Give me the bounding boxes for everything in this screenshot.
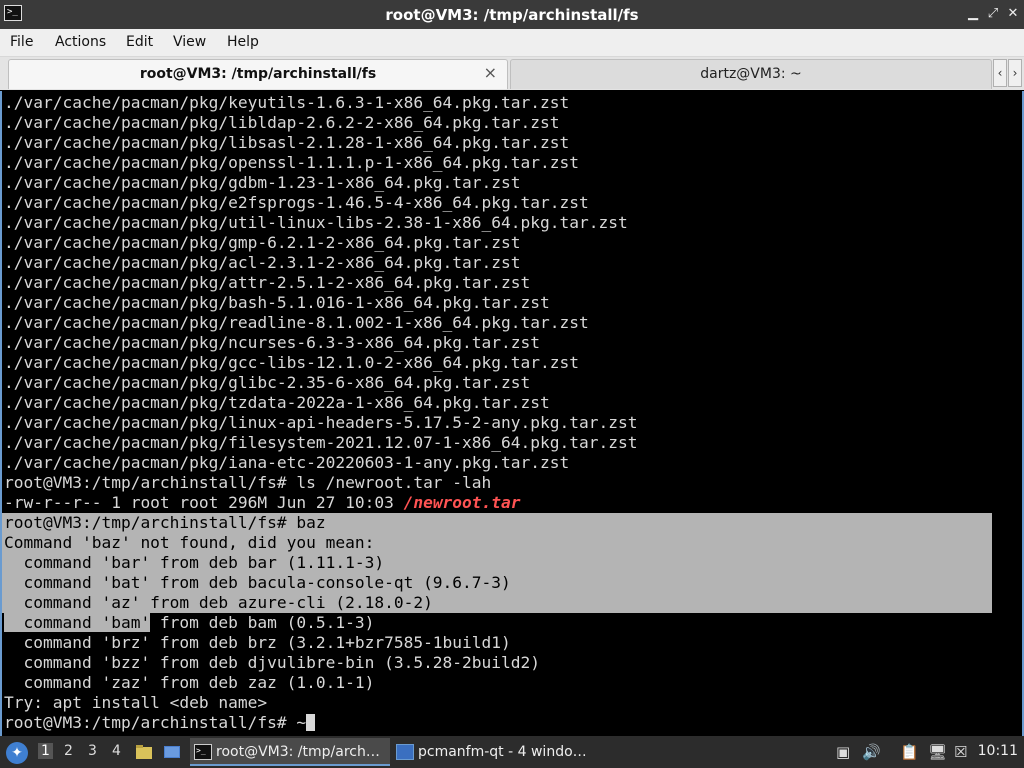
task-file-manager[interactable]: pcmanfm-qt - 4 windo…	[392, 738, 592, 766]
terminal-line: command 'bam' from deb bam (0.5.1-3)	[4, 613, 374, 633]
tab-bar: root@VM3: /tmp/archinstall/fs × dartz@VM…	[0, 57, 1024, 90]
terminal-line: ./var/cache/pacman/pkg/tzdata-2022a-1-x8…	[4, 393, 550, 412]
tab-close-icon[interactable]: ×	[484, 63, 497, 82]
task-label: root@VM3: /tmp/arch…	[216, 744, 380, 760]
terminal-line: ./var/cache/pacman/pkg/iana-etc-20220603…	[4, 453, 570, 472]
window-titlebar: >_ root@VM3: /tmp/archinstall/fs ▁ ⤢ ✕	[0, 0, 1024, 29]
terminal-line: ./var/cache/pacman/pkg/util-linux-libs-2…	[4, 213, 628, 232]
menu-bar: File Actions Edit View Help	[0, 29, 1024, 57]
terminal-line: ./var/cache/pacman/pkg/libldap-2.6.2-2-x…	[4, 113, 560, 132]
terminal-line: command 'zaz' from deb zaz (1.0.1-1)	[4, 673, 375, 692]
terminal-line: ./var/cache/pacman/pkg/gdbm-1.23-1-x86_6…	[4, 173, 521, 192]
close-icon[interactable]: ✕	[1006, 7, 1020, 21]
terminal-line: root@VM3:/tmp/archinstall/fs# ls /newroo…	[4, 473, 492, 492]
menu-actions[interactable]: Actions	[55, 34, 106, 50]
desktop-switcher-icon[interactable]: ▣	[836, 743, 850, 761]
terminal-icon: >_	[194, 744, 212, 760]
tab-dartz-terminal[interactable]: dartz@VM3: ~	[510, 59, 992, 89]
terminal-line: ./var/cache/pacman/pkg/gmp-6.2.1-2-x86_6…	[4, 233, 521, 252]
terminal-prompt[interactable]: root@VM3:/tmp/archinstall/fs# ~	[4, 713, 316, 733]
menu-view[interactable]: View	[173, 34, 206, 50]
terminal-line: ./var/cache/pacman/pkg/filesystem-2021.1…	[4, 433, 638, 452]
tab-scroll-left-icon[interactable]: ‹	[993, 59, 1007, 87]
terminal-line: Try: apt install <deb name>	[4, 693, 268, 712]
clock: 10:11	[977, 743, 1018, 759]
taskbar: ✦ 1 2 3 4 >_ root@VM3: /tmp/arch… pcmanf…	[0, 736, 1024, 768]
task-label: pcmanfm-qt - 4 windo…	[418, 744, 587, 760]
lxqt-start-icon[interactable]: ✦	[6, 742, 28, 764]
terminal-line: ./var/cache/pacman/pkg/linux-api-headers…	[4, 413, 638, 432]
ls-output-prefix: -rw-r--r-- 1 root root 296M Jun 27 10:03	[4, 493, 404, 512]
text-cursor	[306, 714, 316, 731]
file-manager-launcher-icon[interactable]	[135, 744, 153, 760]
terminal-line: ./var/cache/pacman/pkg/keyutils-1.6.3-1-…	[4, 93, 570, 112]
tab-label: dartz@VM3: ~	[700, 66, 802, 82]
prompt-text: root@VM3:/tmp/archinstall/fs# ~	[4, 713, 307, 732]
terminal-line: ./var/cache/pacman/pkg/acl-2.3.1-2-x86_6…	[4, 253, 521, 272]
terminal-view[interactable]: ./var/cache/pacman/pkg/keyutils-1.6.3-1-…	[0, 91, 1024, 736]
selected-terminal-line: command 'az' from deb azure-cli (2.18.0-…	[4, 593, 433, 612]
terminal-line: ./var/cache/pacman/pkg/gcc-libs-12.1.0-2…	[4, 353, 579, 372]
terminal-line: ./var/cache/pacman/pkg/openssl-1.1.1.p-1…	[4, 153, 579, 172]
menu-file[interactable]: File	[10, 34, 33, 50]
selected-terminal-line: root@VM3:/tmp/archinstall/fs# baz	[4, 513, 326, 532]
notification-icon[interactable]: ☒	[954, 743, 967, 761]
highlighted-filename: /newroot.tar	[403, 493, 521, 512]
network-icon[interactable]: 🖥	[928, 743, 947, 761]
terminal-line: ./var/cache/pacman/pkg/bash-5.1.016-1-x8…	[4, 293, 550, 312]
terminal-line: ./var/cache/pacman/pkg/glibc-2.35-6-x86_…	[4, 373, 531, 392]
line-rest: from deb bam (0.5.1-3)	[150, 613, 375, 632]
window-title: root@VM3: /tmp/archinstall/fs	[385, 6, 639, 24]
menu-help[interactable]: Help	[227, 34, 259, 50]
selected-terminal-line: Command 'baz' not found, did you mean:	[4, 533, 375, 552]
tab-label: root@VM3: /tmp/archinstall/fs	[139, 66, 377, 82]
folder-icon	[396, 744, 414, 760]
terminal-line: command 'bzz' from deb djvulibre-bin (3.…	[4, 653, 541, 672]
selected-terminal-line: command 'bar' from deb bar (1.11.1-3)	[4, 553, 385, 572]
selected-terminal-line: command 'bat' from deb bacula-console-qt…	[4, 573, 511, 592]
menu-edit[interactable]: Edit	[126, 34, 153, 50]
workspace-1[interactable]: 1	[38, 743, 53, 759]
minimize-icon[interactable]: ▁	[966, 7, 980, 21]
tab-scroll-right-icon[interactable]: ›	[1008, 59, 1022, 87]
terminal-line: -rw-r--r-- 1 root root 296M Jun 27 10:03…	[4, 493, 521, 513]
terminal-line: ./var/cache/pacman/pkg/e2fsprogs-1.46.5-…	[4, 193, 589, 212]
workspace-2[interactable]: 2	[64, 743, 73, 759]
show-desktop-icon[interactable]	[163, 744, 181, 760]
clipboard-icon[interactable]: 📋	[900, 743, 919, 761]
maximize-icon[interactable]: ⤢	[986, 7, 1000, 21]
terminal-line: command 'brz' from deb brz (3.2.1+bzr758…	[4, 633, 511, 652]
terminal-line: ./var/cache/pacman/pkg/attr-2.5.1-2-x86_…	[4, 273, 531, 292]
terminal-line: ./var/cache/pacman/pkg/libsasl-2.1.28-1-…	[4, 133, 570, 152]
terminal-line: ./var/cache/pacman/pkg/readline-8.1.002-…	[4, 313, 589, 332]
terminal-line: ./var/cache/pacman/pkg/ncurses-6.3-3-x86…	[4, 333, 541, 352]
task-terminal[interactable]: >_ root@VM3: /tmp/arch…	[190, 738, 390, 766]
tab-root-terminal[interactable]: root@VM3: /tmp/archinstall/fs ×	[8, 59, 508, 89]
volume-icon[interactable]: 🔊	[862, 743, 881, 761]
workspace-4[interactable]: 4	[112, 743, 121, 759]
selected-text: command 'bam'	[4, 613, 151, 632]
workspace-3[interactable]: 3	[88, 743, 97, 759]
